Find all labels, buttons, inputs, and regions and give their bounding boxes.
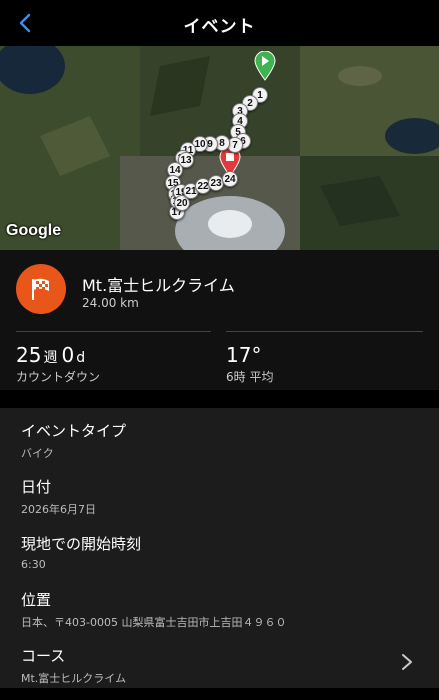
temperature-value: 17°: [226, 343, 262, 367]
event-summary-card: Mt.富士ヒルクライム 24.00 km 25 週 0 d カウントダウン 17° 6…: [0, 250, 439, 390]
detail-label: コース: [21, 647, 66, 665]
divider: [16, 331, 211, 332]
detail-course-row[interactable]: コース Mt.富士ヒルクライム: [21, 645, 421, 686]
countdown-label: カウントダウン: [16, 370, 101, 384]
detail-value: Mt.富士ヒルクライム: [21, 672, 127, 685]
event-distance: 24.00 km: [82, 296, 139, 310]
map-attribution: Google: [6, 222, 62, 239]
detail-value: 6:30: [21, 558, 46, 571]
start-pin-icon: [254, 51, 276, 81]
detail-label: 現地での開始時刻: [21, 535, 142, 553]
countdown-weeks-unit: 週: [43, 350, 58, 366]
divider: [226, 331, 423, 332]
detail-label: 日付: [21, 478, 52, 496]
detail-value: 日本、〒403-0005 山梨県富士吉田市上吉田４９６０: [21, 616, 287, 629]
page-title: イベント: [183, 17, 256, 37]
countdown-weeks: 25: [16, 343, 42, 367]
countdown-days-unit: d: [76, 350, 86, 366]
detail-value: 2026年6月7日: [21, 503, 96, 516]
detail-date: 日付 2026年6月7日: [21, 476, 96, 517]
detail-location: 位置 日本、〒403-0005 山梨県富士吉田市上吉田４９６０: [21, 589, 286, 630]
event-type-badge: [16, 264, 66, 314]
countdown-days: 0: [61, 343, 75, 367]
event-name: Mt.富士ヒルクライム: [82, 276, 235, 295]
chevron-right-icon[interactable]: [397, 652, 417, 672]
temperature-label: 6時 平均: [226, 370, 274, 384]
detail-label: イベントタイプ: [21, 422, 127, 440]
km-marker[interactable]: 24: [222, 171, 238, 187]
header-bar: イベント: [0, 0, 439, 46]
detail-event-type: イベントタイプ バイク: [21, 420, 126, 461]
course-map[interactable]: 1 2 3 4 5 6 7 8 9 10 11 12 13 14 15 16 1…: [0, 46, 439, 250]
checkered-flag-icon: [32, 278, 49, 300]
detail-start-time: 現地での開始時刻 6:30: [21, 533, 141, 571]
countdown-value: 25 週 0 d: [16, 343, 89, 367]
detail-value: バイク: [21, 447, 54, 460]
event-details-list: イベントタイプ バイク 日付 2026年6月7日 現地での開始時刻 6:30 位…: [0, 408, 439, 688]
detail-label: 位置: [21, 591, 52, 609]
